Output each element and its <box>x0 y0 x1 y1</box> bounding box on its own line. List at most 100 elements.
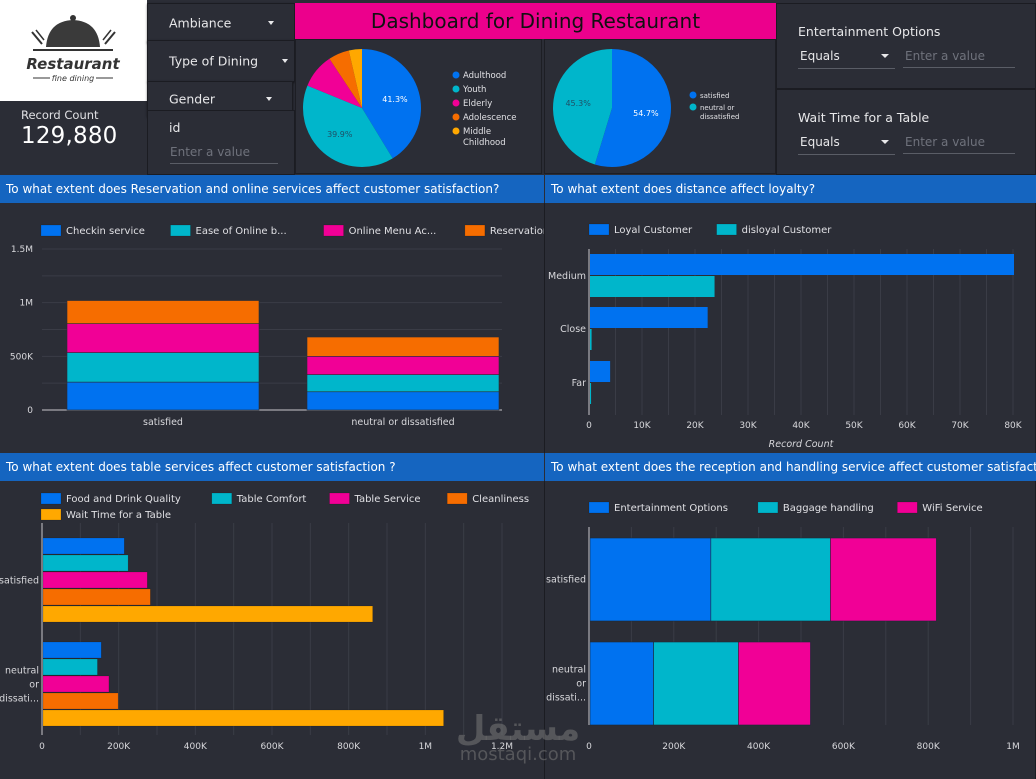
bar-baggage-handling-satisfied <box>710 537 831 622</box>
age-pie-panel: 41.3% 39.9% Adulthood Youth Elderly Adolescen… <box>295 39 542 174</box>
bar-table-comfort-neutral-or-dissatisfied <box>42 658 98 676</box>
distance-chart: Loyal Customer disloyal Customer 0 10K 20K 30… <box>548 223 1023 450</box>
legend-swatch-ease-of-online-booking <box>170 224 191 237</box>
legend-dot-neutral-or-dissatisfied <box>689 103 697 111</box>
y-tick-label: or <box>29 680 39 691</box>
wait-time-operator-select[interactable]: Equals <box>798 135 895 155</box>
legend-label-entertainment-options: Entertainment Options <box>614 503 728 514</box>
legend-label-neutral-or-dissatisfied: dissatisfied <box>700 113 739 121</box>
restaurant-logo: Restaurant fine dining <box>0 0 147 101</box>
type-of-dining-filter[interactable]: Type of Dining <box>147 40 295 82</box>
y-tick-label: or <box>576 679 586 690</box>
legend-swatch-table-comfort <box>211 492 233 505</box>
legend-dot-elderly <box>452 99 460 107</box>
legend-label-youth: Youth <box>462 85 486 95</box>
section-header-distance: To what extent does distance affect loya… <box>545 175 1036 203</box>
x-tick-label: 70K <box>951 421 969 431</box>
bar-wifi-service-neutral-or-dissatisfied <box>738 641 811 726</box>
table-chart: Food and Drink Quality Table Comfort Table… <box>0 492 529 752</box>
x-tick-label: 600K <box>260 742 284 752</box>
cloche-icon <box>31 15 116 51</box>
legend-label-wait-time-for-a-table: Wait Time for a Table <box>66 510 171 521</box>
chevron-down-icon <box>268 21 274 25</box>
legend-label-elderly: Elderly <box>463 99 492 109</box>
y-tick-label: 500K <box>10 352 34 362</box>
wait-time-operator-value: Equals <box>800 135 840 149</box>
legend-swatch-baggage-handling <box>757 501 779 514</box>
legend-dot-middle-childhood <box>452 127 460 135</box>
scorecard-value: 129,880 <box>21 123 118 149</box>
entertainment-operator-value: Equals <box>800 49 840 63</box>
legend-swatch-online-menu-access <box>323 224 344 237</box>
y-tick-label: dissati... <box>546 693 586 704</box>
reservation-chart-panel: Checkin service Ease of Online b... Online… <box>0 203 581 453</box>
y-tick-label: 0 <box>27 406 33 416</box>
legend-label-disloyal-customer: disloyal Customer <box>742 225 833 236</box>
legend-swatch-food-and-drink-quality <box>40 492 62 505</box>
x-tick-label: neutral or dissatisfied <box>351 417 454 428</box>
x-tick-label: 30K <box>739 421 757 431</box>
x-tick-label: 1.2M <box>491 742 513 752</box>
page-title: Dashboard for Dining Restaurant <box>295 3 776 39</box>
bar-food-and-drink-quality-satisfied <box>42 537 125 555</box>
section-header-table: To what extent does table services affec… <box>0 453 544 481</box>
y-tick-label: neutral <box>5 666 39 677</box>
bar-disloyal-customer-close <box>590 329 592 350</box>
x-tick-label: 400K <box>184 742 208 752</box>
legend-label-ease-of-online-booking: Ease of Online b... <box>196 226 287 237</box>
entertainment-operator-select[interactable]: Equals <box>798 49 895 69</box>
legend-label-middle-childhood: Middle <box>463 127 491 137</box>
legend-label-baggage-handling: Baggage handling <box>783 503 874 514</box>
legend-label-reservation-convenience: Reservation Con... <box>490 226 544 237</box>
pie-data-label: 45.3% <box>565 99 591 108</box>
x-tick-label: 200K <box>107 742 131 752</box>
legend-dot-adolescence <box>452 113 460 121</box>
y-tick-label: Close <box>560 324 586 335</box>
bar-ease-of-online-booking-satisfied <box>66 352 260 383</box>
section-header-reservation: To what extent does Reservation and onli… <box>0 175 544 203</box>
legend-label-cleanliness: Cleanliness <box>472 494 529 505</box>
id-input[interactable]: Enter a value <box>170 145 278 164</box>
legend-dot-adulthood <box>452 71 460 79</box>
bar-entertainment-options-satisfied <box>589 537 712 622</box>
table-chart-panel: Food and Drink Quality Table Comfort Table… <box>0 481 545 779</box>
satisfaction-pie-chart: 54.7% 45.3% satisfied neutral ordissatisfie… <box>552 49 739 167</box>
legend-swatch-table-service <box>329 492 350 505</box>
wait-time-value-input[interactable]: Enter a value <box>903 135 1015 154</box>
legend-dot-satisfied <box>689 91 697 99</box>
reception-chart-panel: Entertainment Options Baggage handling WiF… <box>545 481 1036 779</box>
x-tick-label: 400K <box>747 742 771 752</box>
pie-data-label: 54.7% <box>633 109 659 118</box>
bar-disloyal-customer-medium <box>590 276 715 297</box>
bar-wifi-service-satisfied <box>830 537 937 622</box>
legend-swatch-disloyal-customer <box>716 223 737 236</box>
pie-data-label: 41.3% <box>382 95 408 104</box>
satisfaction-pie-panel: 54.7% 45.3% satisfied neutral or dissatisfie… <box>544 39 776 174</box>
legend-label-adolescence: Adolescence <box>463 113 516 123</box>
x-tick-label: satisfied <box>143 417 183 428</box>
y-tick-label: neutral <box>552 665 586 676</box>
id-filter: id Enter a value <box>147 110 295 175</box>
bar-checkin-service-satisfied <box>66 381 260 411</box>
y-tick-label: dissati... <box>0 694 39 705</box>
legend-label-adulthood: Adulthood <box>463 71 506 81</box>
scorecard-label: Record Count <box>21 108 99 122</box>
bar-entertainment-options-neutral-or-dissatisfied <box>589 641 654 726</box>
bar-table-service-satisfied <box>42 571 148 589</box>
ambiance-filter[interactable]: Ambiance <box>147 3 295 43</box>
y-tick-label: Medium <box>548 271 586 282</box>
bar-food-and-drink-quality-neutral-or-dissatisfied <box>42 641 102 659</box>
ambiance-filter-label: Ambiance <box>169 15 232 31</box>
legend-swatch-entertainment-options <box>588 501 610 514</box>
bar-loyal-customer-far <box>590 361 611 382</box>
bar-ease-of-online-booking-neutral-or-dissatisfied <box>306 374 500 393</box>
legend-label-food-and-drink-quality: Food and Drink Quality <box>66 494 181 505</box>
entertainment-value-input[interactable]: Enter a value <box>903 49 1015 68</box>
bar-table-service-neutral-or-dissatisfied <box>42 675 110 693</box>
y-tick-label: 1M <box>20 299 34 309</box>
x-tick-label: 0 <box>586 421 592 431</box>
wait-time-filter: Wait Time for a Table Equals Enter a val… <box>776 89 1036 175</box>
bar-loyal-customer-close <box>590 307 708 328</box>
section-header-reception: To what extent does the reception and ha… <box>545 453 1036 481</box>
legend-label-satisfied: satisfied <box>700 92 729 100</box>
